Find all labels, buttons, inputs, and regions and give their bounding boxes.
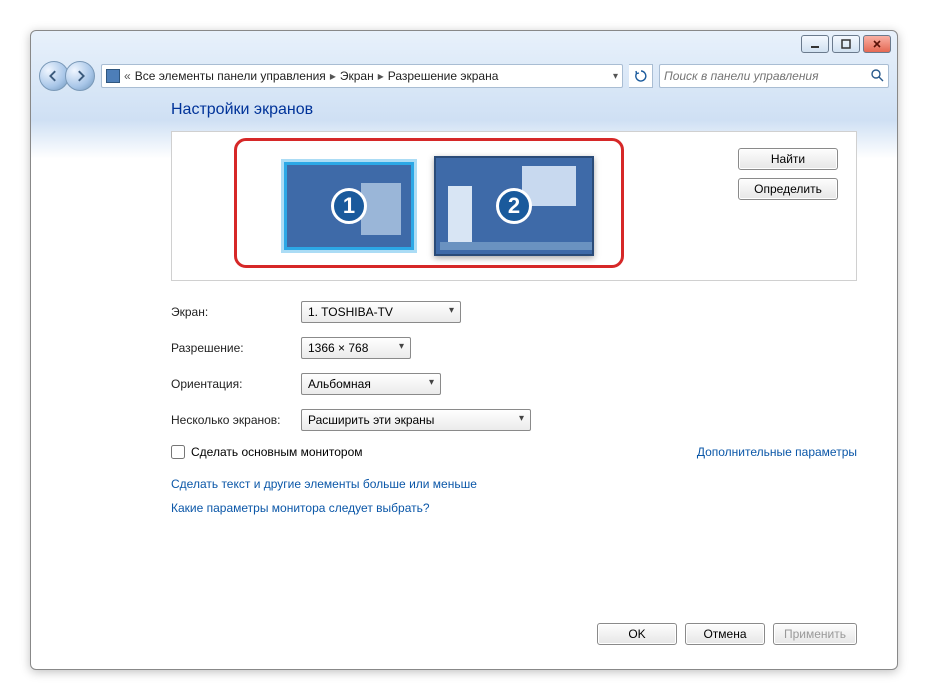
breadcrumb-item[interactable]: Все элементы панели управления [135,69,326,83]
refresh-icon [634,69,648,83]
display-arrangement-panel: 1 2 Найти Определить [171,131,857,281]
orientation-select-value: Альбомная [308,377,371,391]
nav-buttons [39,61,95,91]
monitor-2[interactable]: 2 [434,156,594,256]
multi-displays-select[interactable]: Расширить эти экраны [301,409,531,431]
breadcrumb-prefix: « [124,69,131,83]
page-title: Настройки экранов [171,101,857,119]
orientation-row: Ориентация: Альбомная [171,373,857,395]
display-side-buttons: Найти Определить [706,132,856,280]
control-panel-icon [106,69,120,83]
multi-displays-label: Несколько экранов: [171,413,301,427]
close-icon [872,39,882,49]
maximize-button[interactable] [832,35,860,53]
chevron-down-icon[interactable]: ▾ [613,71,618,82]
search-input[interactable] [664,69,870,83]
chevron-right-icon: ▸ [330,69,336,83]
arrow-left-icon [48,70,60,82]
primary-monitor-row: Сделать основным монитором Дополнительны… [171,445,857,459]
monitor-number-badge: 2 [496,188,532,224]
text-size-link[interactable]: Сделать текст и другие элементы больше и… [171,477,857,491]
close-button[interactable] [863,35,891,53]
resolution-select-value: 1366 × 768 [308,341,368,355]
multi-displays-select-value: Расширить эти экраны [308,413,434,427]
cancel-button[interactable]: Отмена [685,623,765,645]
monitor-number-badge: 1 [331,188,367,224]
breadcrumb-item[interactable]: Разрешение экрана [388,69,499,83]
monitor-thumbnail-icon [361,183,401,235]
advanced-settings-link[interactable]: Дополнительные параметры [697,445,857,459]
content-area: Настройки экранов 1 2 Найти Определить [171,101,857,609]
minimize-button[interactable] [801,35,829,53]
breadcrumb[interactable]: « Все элементы панели управления ▸ Экран… [101,64,623,88]
monitor-taskbar-icon [440,242,592,250]
primary-monitor-label: Сделать основным монитором [191,445,363,459]
window-controls [801,35,891,53]
screen-select[interactable]: 1. TOSHIBA-TV [301,301,461,323]
orientation-select[interactable]: Альбомная [301,373,441,395]
orientation-label: Ориентация: [171,377,301,391]
help-links: Сделать текст и другие элементы больше и… [171,477,857,515]
apply-button[interactable]: Применить [773,623,857,645]
search-box[interactable] [659,64,889,88]
screen-row: Экран: 1. TOSHIBA-TV [171,301,857,323]
resolution-label: Разрешение: [171,341,301,355]
resolution-select[interactable]: 1366 × 768 [301,337,411,359]
screen-select-value: 1. TOSHIBA-TV [308,305,393,319]
address-bar-row: « Все элементы панели управления ▸ Экран… [39,61,889,91]
refresh-button[interactable] [629,64,653,88]
arrow-right-icon [74,70,86,82]
monitor-thumbnail-icon [448,186,472,246]
multi-displays-row: Несколько экранов: Расширить эти экраны [171,409,857,431]
ok-button[interactable]: OK [597,623,677,645]
monitors-canvas[interactable]: 1 2 [172,132,706,280]
monitor-1[interactable]: 1 [284,162,414,250]
detect-button[interactable]: Определить [738,178,838,200]
search-icon [870,68,884,85]
screen-label: Экран: [171,305,301,319]
primary-monitor-checkbox[interactable] [171,445,185,459]
maximize-icon [841,39,851,49]
find-button[interactable]: Найти [738,148,838,170]
resolution-row: Разрешение: 1366 × 768 [171,337,857,359]
dialog-buttons: OK Отмена Применить [597,623,857,645]
minimize-icon [810,39,820,49]
monitor-params-help-link[interactable]: Какие параметры монитора следует выбрать… [171,501,857,515]
settings-form: Экран: 1. TOSHIBA-TV Разрешение: 1366 × … [171,301,857,515]
breadcrumb-item[interactable]: Экран [340,69,374,83]
chevron-right-icon: ▸ [378,69,384,83]
screen-resolution-window: « Все элементы панели управления ▸ Экран… [30,30,898,670]
forward-button[interactable] [65,61,95,91]
